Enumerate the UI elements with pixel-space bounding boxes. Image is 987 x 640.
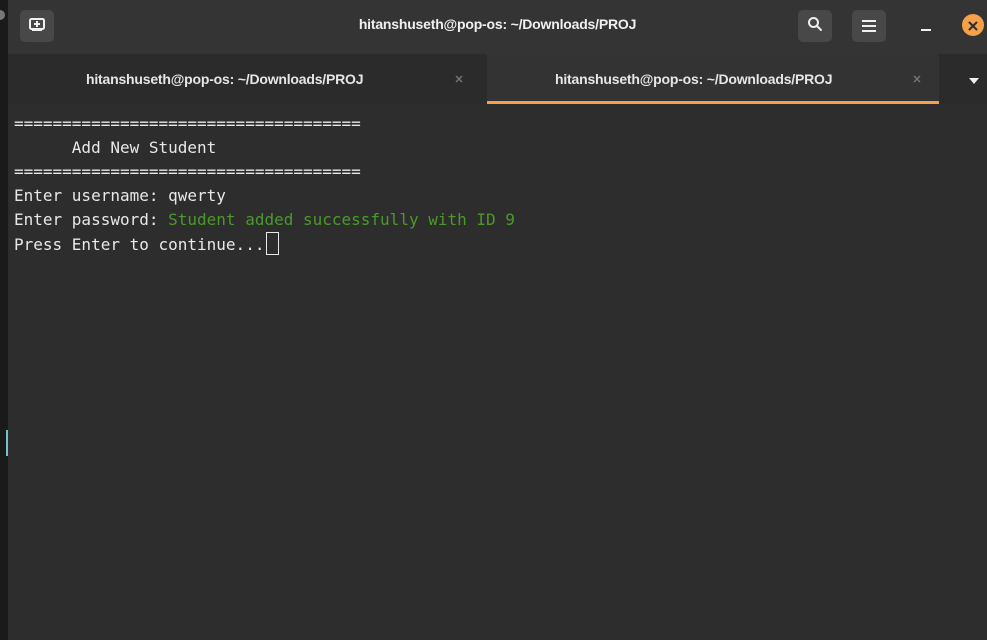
close-icon bbox=[968, 16, 978, 35]
terminal-output[interactable]: ==================================== Add… bbox=[8, 104, 987, 640]
search-button[interactable] bbox=[798, 10, 832, 42]
hamburger-menu-icon bbox=[862, 17, 876, 36]
terminal-line: Press Enter to continue... bbox=[14, 232, 987, 256]
tab-terminal-2[interactable]: hitanshuseth@pop-os: ~/Downloads/PROJ bbox=[487, 54, 939, 104]
minimize-button[interactable] bbox=[912, 12, 940, 40]
password-prompt: Enter password: bbox=[14, 210, 169, 229]
window-title: hitanshuseth@pop-os: ~/Downloads/PROJ bbox=[358, 16, 637, 32]
terminal-line: Enter password: Student added successful… bbox=[14, 208, 987, 232]
left-edge-strip bbox=[0, 0, 9, 640]
close-window-button[interactable] bbox=[962, 14, 984, 36]
tab-label: hitanshuseth@pop-os: ~/Downloads/PROJ bbox=[555, 71, 833, 87]
continue-prompt: Press Enter to continue... bbox=[14, 235, 265, 254]
chevron-down-icon bbox=[968, 70, 980, 89]
tab-label: hitanshuseth@pop-os: ~/Downloads/PROJ bbox=[86, 71, 364, 87]
terminal-line: ==================================== bbox=[14, 162, 361, 181]
tab-close-button[interactable] bbox=[910, 72, 924, 86]
tab-list-button[interactable] bbox=[966, 72, 982, 86]
close-icon bbox=[913, 75, 921, 83]
new-tab-icon bbox=[29, 17, 45, 36]
terminal-line: Add New Student bbox=[14, 138, 217, 157]
tab-terminal-1[interactable]: hitanshuseth@pop-os: ~/Downloads/PROJ bbox=[16, 54, 486, 104]
new-tab-button[interactable] bbox=[20, 10, 54, 42]
terminal-line: Enter username: qwerty bbox=[14, 186, 226, 205]
menu-button[interactable] bbox=[852, 10, 886, 42]
close-icon bbox=[455, 75, 463, 83]
search-icon bbox=[807, 16, 823, 36]
success-message: Student added successfully with ID 9 bbox=[168, 210, 515, 229]
terminal-window: hitanshuseth@pop-os: ~/Downloads/PROJ hi… bbox=[8, 0, 987, 640]
header-bar: hitanshuseth@pop-os: ~/Downloads/PROJ bbox=[8, 0, 987, 54]
terminal-line: ==================================== bbox=[14, 114, 361, 133]
text-cursor bbox=[266, 232, 280, 255]
tab-bar: hitanshuseth@pop-os: ~/Downloads/PROJ hi… bbox=[8, 54, 987, 104]
tab-close-button[interactable] bbox=[452, 72, 466, 86]
minimize-icon bbox=[920, 17, 932, 36]
edge-indicator bbox=[0, 10, 5, 20]
